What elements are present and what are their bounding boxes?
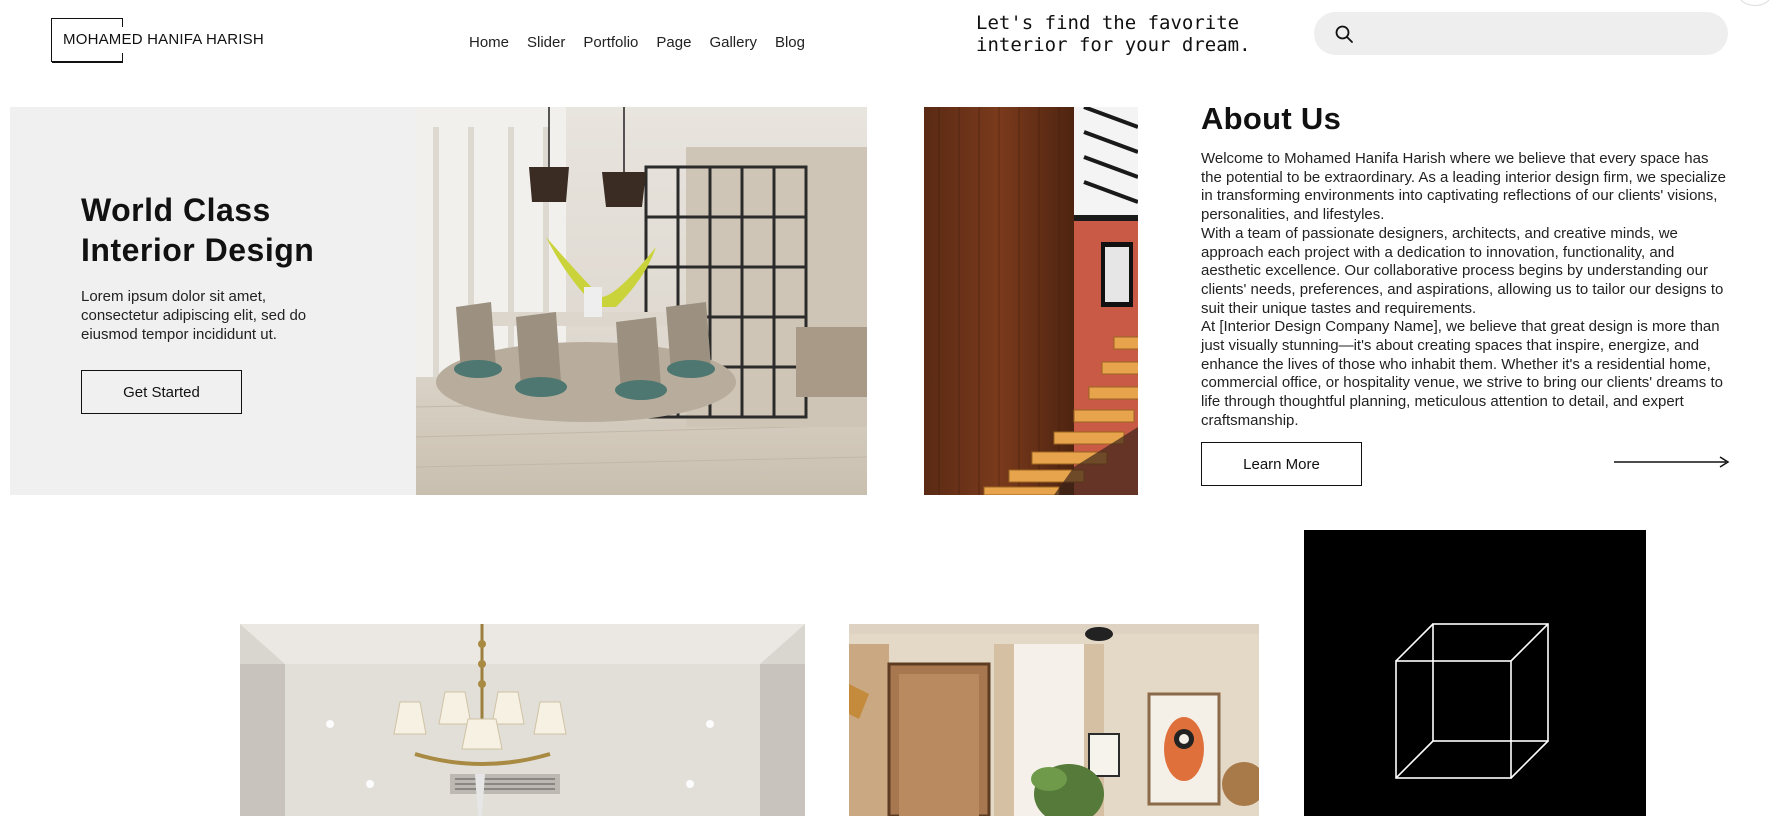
arrow-right-icon[interactable]	[1614, 455, 1730, 469]
logo[interactable]: MOHAMED HANIFA HARISH	[51, 17, 264, 63]
cube-icon	[1395, 623, 1549, 779]
nav-slider[interactable]: Slider	[527, 34, 565, 51]
corner-button[interactable]	[1738, 0, 1772, 6]
learn-more-button[interactable]: Learn More	[1201, 442, 1362, 486]
about-text: Welcome to Mohamed Hanifa Harish where w…	[1201, 150, 1731, 431]
chandelier-room-image	[240, 624, 805, 816]
nav-blog[interactable]: Blog	[775, 34, 805, 51]
logo-text: MOHAMED HANIFA HARISH	[63, 31, 264, 48]
nav-gallery[interactable]: Gallery	[709, 34, 757, 51]
living-room-image	[849, 624, 1259, 816]
search-icon[interactable]	[1334, 24, 1354, 44]
header-tagline: Let's find the favorite interior for you…	[976, 12, 1251, 56]
about-paragraph: With a team of passionate designers, arc…	[1201, 224, 1724, 317]
dining-room-image	[416, 107, 867, 495]
get-started-button[interactable]: Get Started	[81, 370, 242, 414]
about-paragraph: At [Interior Design Company Name], we be…	[1201, 318, 1723, 429]
nav-portfolio[interactable]: Portfolio	[583, 34, 638, 51]
main-nav: Home Slider Portfolio Page Gallery Blog	[469, 34, 805, 51]
nav-page[interactable]: Page	[656, 34, 691, 51]
about-paragraph: Welcome to Mohamed Hanifa Harish where w…	[1201, 150, 1727, 224]
staircase-image	[924, 107, 1138, 495]
cube-icon-tile	[1304, 530, 1646, 816]
hero-section: World Class Interior Design Lorem ipsum …	[10, 107, 867, 495]
hero-title: World Class Interior Design	[81, 192, 315, 268]
search-input[interactable]	[1314, 12, 1728, 55]
about-title: About Us	[1201, 101, 1342, 136]
hero-text: Lorem ipsum dolor sit amet, consectetur …	[81, 288, 307, 343]
nav-home[interactable]: Home	[469, 34, 509, 51]
